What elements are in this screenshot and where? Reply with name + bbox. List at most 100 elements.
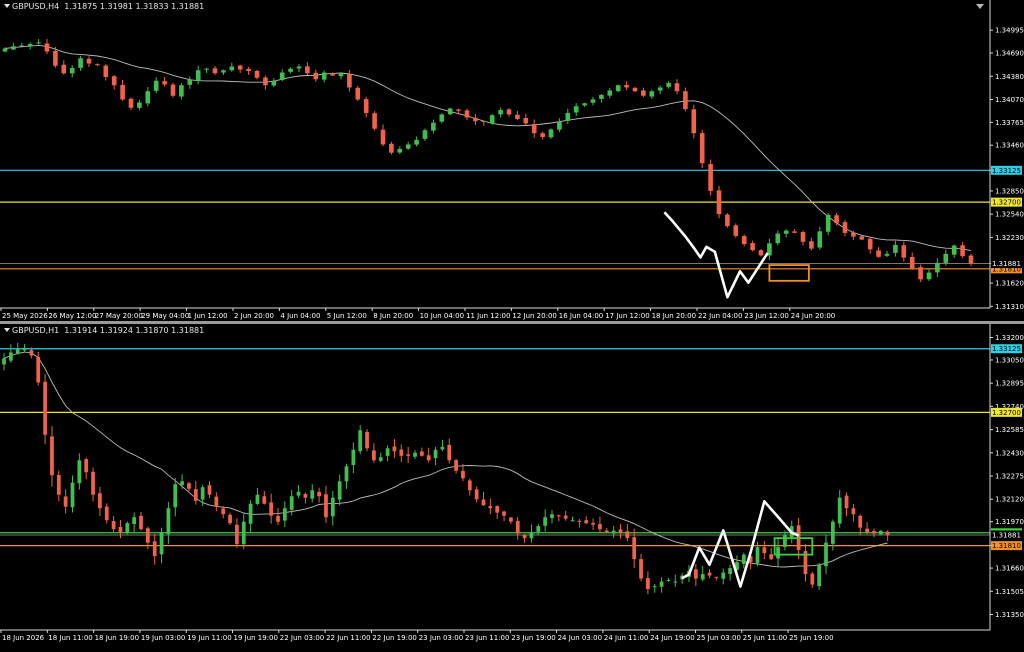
h1-candle-body [358, 430, 363, 452]
h4-candle-body [540, 133, 545, 137]
h4-candle-body [263, 77, 268, 86]
h1-candle-body [885, 531, 890, 536]
h1-candle-body [522, 535, 527, 539]
h1-candle-body [618, 529, 623, 533]
h1-candle-body [659, 581, 664, 587]
h4-candle-body [464, 110, 470, 118]
h4-chart-panel[interactable]: 25 May 2026 26 May 12:00 27 May 20:00 29 Ma… [0, 0, 1024, 321]
h4-candle-body [221, 70, 226, 73]
h1-candle-body [666, 580, 671, 582]
h1-price-tick-label: 1.32275 [995, 473, 1024, 481]
h1-candle-body [351, 449, 356, 466]
h4-candle-body [187, 79, 193, 85]
h4-candle-body [951, 245, 957, 255]
h1-candle-body [180, 481, 184, 485]
h1-candle-body [132, 517, 137, 525]
h1-time-tick-label: 23 Jun 03:00 [419, 634, 463, 642]
h4-candle-body [792, 231, 797, 233]
h4-level-label-yellow: 1.32700 [992, 199, 1021, 207]
h4-candle-body [447, 108, 453, 115]
h4-candle-body [800, 232, 806, 242]
h1-candle-body [276, 515, 280, 522]
h1-candle-body [673, 581, 678, 583]
h4-candle-body [271, 80, 277, 86]
h1-candle-body [29, 350, 34, 356]
h4-candle-body [473, 117, 478, 122]
h1-time-tick-label: 18 Jun 2026 [2, 634, 45, 642]
h1-time-tick-label: 22 Jun 03:00 [280, 634, 324, 642]
h1-candle-body [783, 535, 787, 547]
h4-candle-body [615, 85, 621, 92]
h4-price-tick-label: 1.32540 [995, 211, 1024, 219]
h4-candle-body [817, 231, 823, 248]
h4-candle-body [699, 133, 705, 164]
h1-candle-body [173, 484, 178, 508]
h1-candle-body [8, 352, 13, 361]
h4-candle-body [557, 121, 562, 130]
h1-price-tick-label: 1.31350 [995, 611, 1024, 619]
h1-candle-body [872, 531, 876, 534]
h1-candle-body [337, 481, 342, 500]
h1-candle-body [200, 487, 205, 500]
h4-candle-body [246, 68, 251, 72]
h1-last-price-label: 1.31881 [992, 532, 1021, 540]
h1-candle-body [63, 496, 68, 507]
h1-candle-body [467, 480, 472, 491]
h4-candle-body [918, 267, 923, 280]
h4-candle-body [834, 215, 839, 224]
h4-last-price-label: 1.31881 [992, 260, 1021, 268]
h1-candle-body [509, 517, 513, 522]
h1-candle-body [721, 572, 726, 579]
h1-candle-body [625, 531, 630, 539]
h4-chart-background [0, 0, 1024, 321]
h4-time-tick-label: 12 Jun 20:00 [512, 312, 556, 320]
h1-candle-body [454, 460, 458, 471]
h1-level-label-orange: 1.31810 [992, 542, 1021, 550]
h4-candle-body [893, 244, 898, 253]
h4-candle-body [750, 243, 755, 251]
h4-candle-body [61, 64, 67, 74]
h1-symbol-header: GBPUSD,H1 1.31914 1.31924 1.31870 1.31881 [12, 326, 204, 335]
h1-time-tick-label: 24 Jun 19:00 [650, 634, 694, 642]
h1-time-tick-label: 25 Jun 11:00 [743, 634, 787, 642]
h4-candle-body [809, 241, 814, 249]
h4-chart[interactable]: 25 May 2026 26 May 12:0027 May 20:0029 Ma… [0, 0, 1024, 321]
h4-price-tick-label: 1.31310 [995, 303, 1024, 311]
h4-candle-body [162, 81, 167, 85]
h1-candle-body [84, 459, 89, 473]
h1-candle-body [776, 547, 780, 559]
h4-candle-body [909, 256, 915, 269]
h1-candle-body [878, 530, 883, 535]
h1-time-tick-label: 19 Jun 03:00 [141, 634, 185, 642]
h4-candle-body [229, 66, 235, 71]
h4-candle-body [842, 222, 848, 233]
h4-candle-body [641, 90, 646, 96]
h4-candle-body [355, 87, 361, 100]
h4-time-tick-label: 17 Jun 12:00 [605, 312, 649, 320]
h4-time-tick-label: 27 May 20:00 [95, 312, 143, 320]
h4-candle-body [330, 73, 335, 76]
h4-candle-body [935, 262, 940, 273]
h1-price-tick-label: 1.31970 [995, 518, 1024, 526]
h4-candle-body [548, 129, 554, 138]
h1-candle-body [413, 452, 417, 457]
h4-symbol-header: GBPUSD,H4 1.31875 1.31981 1.31833 1.31881 [12, 2, 204, 11]
h1-candle-body [98, 493, 102, 509]
h1-candle-body [289, 496, 294, 510]
h4-candle-body [27, 44, 33, 47]
h1-candle-body [556, 515, 561, 517]
h4-candle-body [624, 84, 629, 88]
h1-level-label-cyan: 1.33125 [992, 345, 1021, 353]
h1-chart-panel[interactable]: 18 Jun 2026 18 Jun 11:00 18 Jun 19:00 19 Ju… [0, 324, 1024, 652]
h4-candle-body [960, 245, 965, 257]
h4-candle-body [431, 122, 436, 131]
h1-candle-body [844, 495, 849, 509]
h4-candle-body [137, 102, 142, 108]
h1-time-tick-label: 23 Jun 11:00 [465, 634, 509, 642]
h4-time-tick-label: 11 Jun 12:00 [466, 312, 510, 320]
h4-candle-body [590, 99, 596, 103]
h1-candle-body [728, 568, 732, 575]
h1-chart[interactable]: 18 Jun 2026 18 Jun 11:00 18 Jun 19:00 19 Ju… [0, 324, 1024, 652]
h4-candle-body [338, 73, 344, 77]
h1-time-tick-label: 24 Jun 03:00 [558, 634, 602, 642]
